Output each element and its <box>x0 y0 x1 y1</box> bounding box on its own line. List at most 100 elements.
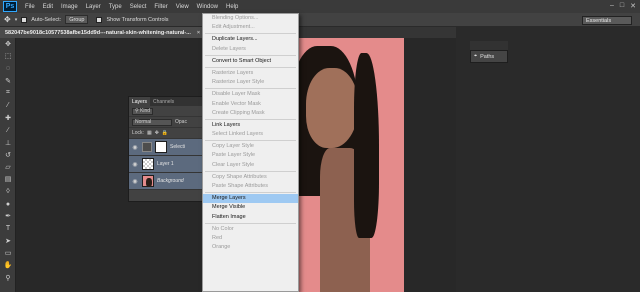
close-tab-icon[interactable]: × <box>197 30 200 36</box>
history-brush-tool-icon[interactable]: ↺ <box>0 149 16 161</box>
blur-tool-icon[interactable]: ◊ <box>0 186 16 198</box>
pen-tool-icon[interactable]: ✒ <box>0 210 16 222</box>
crop-tool-icon[interactable]: ⌗ <box>0 87 16 99</box>
layer-name: Selecti <box>170 144 186 150</box>
minimize-icon[interactable]: – <box>610 2 614 10</box>
tab-channels[interactable]: Channels <box>150 97 177 106</box>
context-menu-item-copy-shape-attributes[interactable]: Copy Shape Attributes <box>203 173 298 182</box>
workspace-select[interactable]: Essentials <box>582 16 632 25</box>
context-menu-item-link-layers[interactable]: Link Layers <box>203 121 298 130</box>
context-menu-item-disable-layer-mask[interactable]: Disable Layer Mask <box>203 90 298 99</box>
opacity-label: Opac <box>175 119 187 125</box>
menu-type[interactable]: Type <box>105 4 126 10</box>
context-menu-item-blending-options[interactable]: Blending Options... <box>203 14 298 23</box>
menu-separator <box>205 33 296 35</box>
quick-select-tool-icon[interactable]: ✎ <box>0 75 16 87</box>
clone-stamp-tool-icon[interactable]: ⊥ <box>0 136 16 148</box>
context-menu-item-enable-vector-mask[interactable]: Enable Vector Mask <box>203 100 298 109</box>
lock-label: Lock: <box>132 130 144 136</box>
menu-select[interactable]: Select <box>126 4 151 10</box>
context-menu-item-red[interactable]: Red <box>203 234 298 243</box>
lasso-tool-icon[interactable]: ◌ <box>0 63 16 75</box>
menu-edit[interactable]: Edit <box>39 4 57 10</box>
paths-panel-button[interactable]: ⌖ Paths <box>470 50 508 63</box>
menu-layer[interactable]: Layer <box>82 4 105 10</box>
menu-filter[interactable]: Filter <box>150 4 171 10</box>
portrait-face <box>306 68 358 148</box>
photoshop-logo: Ps <box>3 1 17 12</box>
paths-panel-header[interactable] <box>470 41 508 50</box>
move-tool-icon[interactable]: ✥ <box>0 38 16 50</box>
menu-separator <box>205 192 296 194</box>
move-tool-icon[interactable]: ✥ <box>4 15 11 24</box>
context-menu-item-convert-to-smart-object[interactable]: Convert to Smart Object <box>203 57 298 66</box>
tool-preset-chevron-icon[interactable]: ▾ <box>15 17 18 23</box>
visibility-eye-icon[interactable]: ◉ <box>131 144 139 151</box>
auto-select-checkbox[interactable] <box>21 16 28 23</box>
menu-file[interactable]: File <box>21 4 39 10</box>
context-menu-item-paste-layer-style[interactable]: Paste Layer Style <box>203 151 298 160</box>
lock-row: Lock: ▦ ✥ 🔒 <box>129 128 203 139</box>
menu-separator <box>205 54 296 56</box>
layer-row-selection[interactable]: ◉ Selecti <box>129 139 203 156</box>
visibility-eye-icon[interactable]: ◉ <box>131 178 139 185</box>
blend-mode-select[interactable]: Normal <box>132 118 172 126</box>
layer-row-background[interactable]: ◉ Background <box>129 173 203 190</box>
type-tool-icon[interactable]: T <box>0 222 16 234</box>
lock-pixels-icon[interactable]: ▦ <box>147 130 152 136</box>
context-menu-item-select-linked-layers[interactable]: Select Linked Layers <box>203 130 298 139</box>
eraser-tool-icon[interactable]: ▱ <box>0 161 16 173</box>
close-icon[interactable]: ✕ <box>630 2 636 10</box>
dodge-tool-icon[interactable]: ● <box>0 198 16 210</box>
brush-tool-icon[interactable]: ∕ <box>0 124 16 136</box>
eyedropper-tool-icon[interactable]: ⁄ <box>0 99 16 111</box>
marquee-tool-icon[interactable]: ⬚ <box>0 50 16 62</box>
menu-bar: Ps File Edit Image Layer Type Select Fil… <box>0 0 640 13</box>
menu-help[interactable]: Help <box>222 4 242 10</box>
context-menu-item-duplicate-layers[interactable]: Duplicate Layers... <box>203 35 298 44</box>
context-menu-item-orange[interactable]: Orange <box>203 243 298 252</box>
blend-row: Normal Opac <box>129 117 203 128</box>
layers-panel: Layers Channels ⚲ Kind Normal Opac Lock:… <box>128 96 204 202</box>
context-menu-item-flatten-image[interactable]: Flatten Image <box>203 213 298 222</box>
visibility-eye-icon[interactable]: ◉ <box>131 161 139 168</box>
menu-image[interactable]: Image <box>57 4 82 10</box>
context-menu-item-create-clipping-mask[interactable]: Create Clipping Mask <box>203 109 298 118</box>
auto-select-dropdown[interactable]: Group <box>65 15 89 24</box>
layer-name: Background <box>157 178 184 184</box>
document-image[interactable] <box>284 38 404 292</box>
context-menu-item-merge-visible[interactable]: Merge Visible <box>203 203 298 212</box>
layer-row-layer-1[interactable]: ◉ Layer 1 <box>129 156 203 173</box>
context-menu-item-copy-layer-style[interactable]: Copy Layer Style <box>203 142 298 151</box>
gradient-tool-icon[interactable]: ▤ <box>0 173 16 185</box>
context-menu-item-delete-layers[interactable]: Delete Layers <box>203 45 298 54</box>
context-menu-item-edit-adjustment[interactable]: Edit Adjustment... <box>203 23 298 32</box>
path-selection-tool-icon[interactable]: ➤ <box>0 235 16 247</box>
document-tab[interactable]: 582047be9018c10577538afbe15dd9d---natura… <box>0 27 206 38</box>
context-menu-item-rasterize-layer-style[interactable]: Rasterize Layer Style <box>203 78 298 87</box>
lock-all-icon[interactable]: 🔒 <box>162 130 168 136</box>
tab-layers[interactable]: Layers <box>129 97 151 106</box>
menu-separator <box>205 66 296 68</box>
shape-tool-icon[interactable]: ▭ <box>0 247 16 259</box>
maximize-icon[interactable]: □ <box>620 2 624 10</box>
zoom-tool-icon[interactable]: ⚲ <box>0 272 16 284</box>
transform-controls-checkbox[interactable] <box>96 16 103 23</box>
healing-brush-tool-icon[interactable]: ✚ <box>0 112 16 124</box>
filter-kind-label: Kind <box>140 108 151 114</box>
layer-thumbnail <box>142 158 154 170</box>
layer-context-menu: Blending Options... Edit Adjustment... Dup… <box>202 13 299 292</box>
layer-name: Layer 1 <box>157 161 174 167</box>
auto-select-label: Auto-Select: <box>31 16 62 23</box>
hand-tool-icon[interactable]: ✋ <box>0 259 16 271</box>
context-menu-item-clear-layer-style[interactable]: Clear Layer Style <box>203 161 298 170</box>
menu-window[interactable]: Window <box>193 4 222 10</box>
context-menu-item-no-color[interactable]: No Color <box>203 225 298 234</box>
context-menu-item-rasterize-layers[interactable]: Rasterize Layers <box>203 69 298 78</box>
filter-kind-select[interactable]: ⚲ Kind <box>132 107 154 115</box>
context-menu-item-paste-shape-attributes[interactable]: Paste Shape Attributes <box>203 182 298 191</box>
window-controls: – □ ✕ <box>610 2 636 10</box>
menu-view[interactable]: View <box>172 4 193 10</box>
context-menu-item-merge-layers[interactable]: Merge Layers <box>203 194 298 204</box>
lock-position-icon[interactable]: ✥ <box>155 130 159 136</box>
